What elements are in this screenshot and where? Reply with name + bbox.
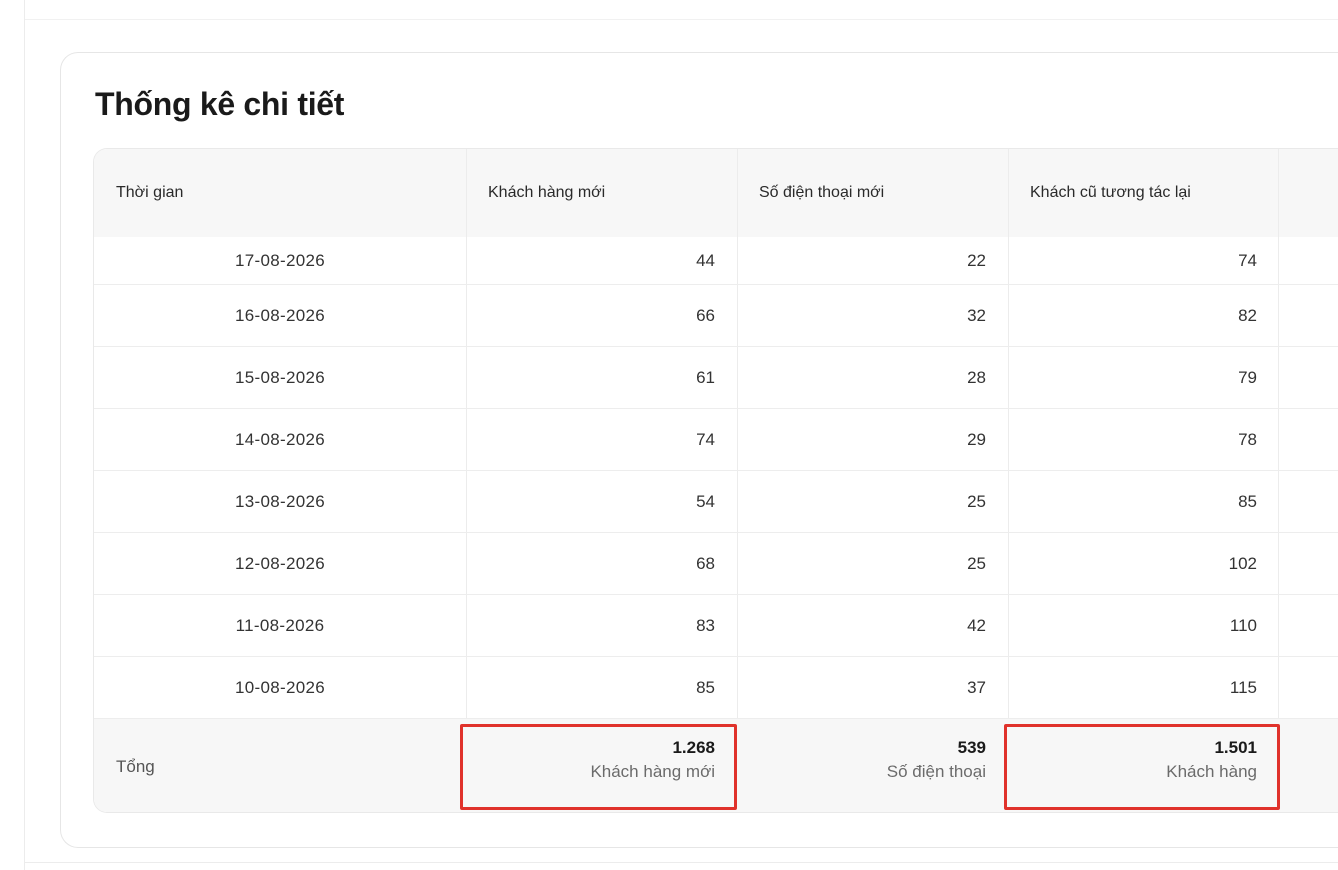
table-row: 10-08-2026 85 37 115	[94, 657, 1338, 719]
returning-cell: 110	[1229, 615, 1257, 635]
date-cell: 11-08-2026	[235, 615, 325, 635]
table-row: 17-08-2026 44 22 74	[94, 237, 1338, 285]
new-phones-cell: 22	[967, 250, 986, 270]
table-row: 14-08-2026 74 29 78	[94, 409, 1338, 471]
stats-table: Thời gian Khách hàng mới Số điện thoại m…	[93, 148, 1338, 813]
bottom-divider	[24, 862, 1338, 863]
returning-cell: 115	[1229, 677, 1257, 697]
returning-cell: 82	[1238, 305, 1257, 325]
column-header-new-phones[interactable]: Số điện thoại mới	[737, 149, 1008, 237]
new-customers-cell: 54	[696, 491, 715, 511]
new-phones-cell: 32	[967, 305, 986, 325]
highlight-box-returning	[1004, 724, 1280, 810]
returning-cell: 79	[1238, 367, 1257, 387]
highlight-box-new-customers	[460, 724, 737, 810]
total-new-phones: 539 Số điện thoại	[737, 737, 1008, 785]
date-cell: 15-08-2026	[235, 367, 325, 387]
table-body: 17-08-2026 44 22 74 16-08-2026 66 32 82 …	[94, 237, 1338, 719]
date-cell: 12-08-2026	[235, 553, 325, 573]
new-customers-cell: 85	[696, 677, 715, 697]
new-phones-cell: 42	[967, 615, 986, 635]
new-phones-cell: 28	[967, 367, 986, 387]
left-rail	[24, 0, 25, 870]
table-row: 15-08-2026 61 28 79	[94, 347, 1338, 409]
table-row: 13-08-2026 54 25 85	[94, 471, 1338, 533]
section-title: Thống kê chi tiết	[95, 86, 345, 122]
new-phones-cell: 29	[967, 429, 986, 449]
new-customers-cell: 44	[696, 250, 715, 270]
table-row: 12-08-2026 68 25 102	[94, 533, 1338, 595]
returning-cell: 102	[1228, 553, 1257, 573]
new-customers-cell: 68	[696, 553, 715, 573]
date-cell: 13-08-2026	[235, 491, 325, 511]
returning-cell: 78	[1238, 429, 1257, 449]
new-customers-cell: 83	[696, 615, 715, 635]
date-cell: 16-08-2026	[235, 305, 325, 325]
total-label: Tổng	[116, 757, 155, 776]
column-header-time[interactable]: Thời gian	[94, 149, 466, 237]
date-cell: 17-08-2026	[235, 250, 325, 270]
column-header-new-customers[interactable]: Khách hàng mới	[466, 149, 737, 237]
column-header-returning[interactable]: Khách cũ tương tác lại	[1008, 149, 1279, 237]
returning-cell: 74	[1238, 250, 1257, 270]
new-phones-cell: 25	[967, 491, 986, 511]
new-customers-cell: 66	[696, 305, 715, 325]
new-customers-cell: 74	[696, 429, 715, 449]
total-new-phones-value: 539	[957, 738, 986, 757]
returning-cell: 85	[1238, 491, 1257, 511]
table-row: 11-08-2026 83 42 110	[94, 595, 1338, 657]
new-phones-cell: 37	[967, 677, 986, 697]
table-header: Thời gian Khách hàng mới Số điện thoại m…	[94, 149, 1338, 237]
new-phones-cell: 25	[967, 553, 986, 573]
new-customers-cell: 61	[696, 367, 715, 387]
top-strip	[24, 0, 1338, 20]
date-cell: 14-08-2026	[235, 429, 325, 449]
date-cell: 10-08-2026	[235, 677, 325, 697]
table-row: 16-08-2026 66 32 82	[94, 285, 1338, 347]
total-new-phones-caption: Số điện thoại	[886, 762, 986, 781]
